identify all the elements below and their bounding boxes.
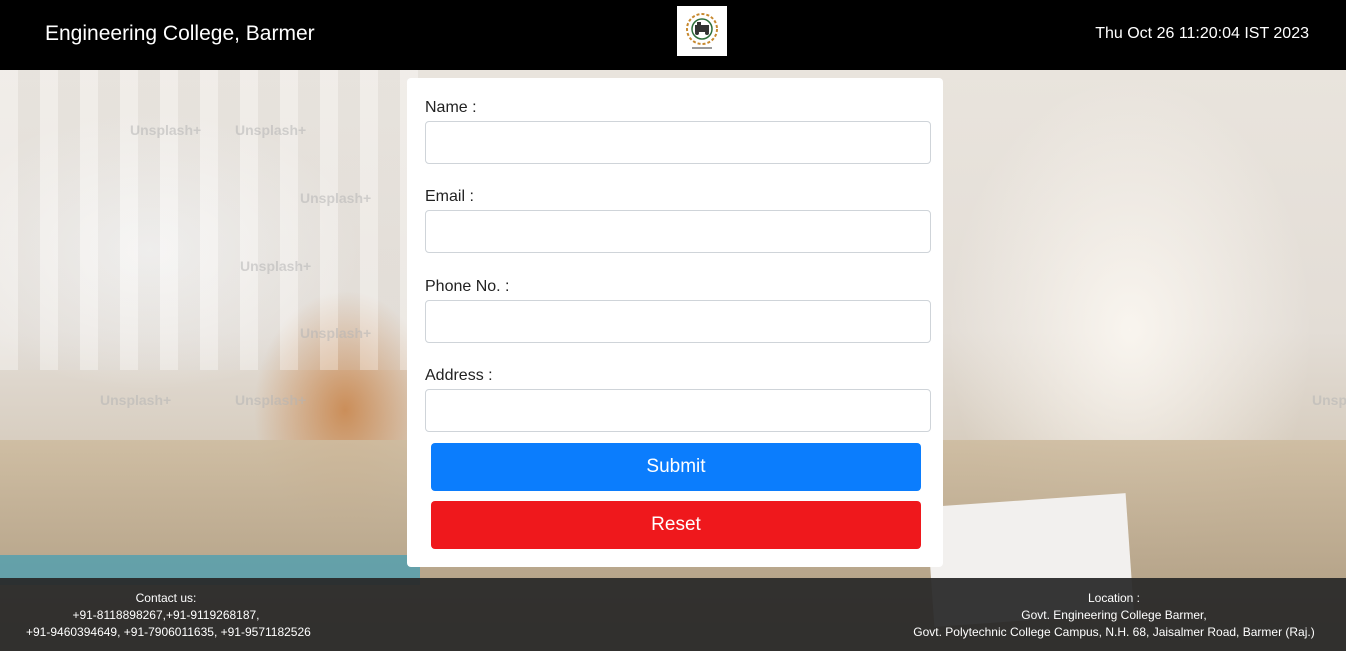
submit-button[interactable]: Submit	[431, 443, 921, 491]
watermark: Unsplash+	[1312, 392, 1346, 408]
name-input[interactable]	[425, 121, 931, 164]
location-line-1: Govt. Engineering College Barmer,	[1021, 608, 1207, 622]
watermark: Unsplash+	[235, 392, 307, 408]
phone-label: Phone No. :	[425, 278, 510, 295]
address-label: Address :	[425, 367, 493, 384]
watermark: Unsplash+	[130, 122, 202, 138]
location-heading: Location :	[1087, 591, 1141, 605]
site-title[interactable]: Engineering College, Barmer	[45, 22, 315, 46]
watermark: Unsplash+	[100, 392, 172, 408]
email-input[interactable]	[425, 210, 931, 253]
phone-input[interactable]	[425, 300, 931, 343]
top-navbar: Engineering College, Barmer Thu Oct 26 1…	[0, 0, 1346, 70]
contact-phones-1: +91-8118898267,+91-9119268187,	[72, 608, 260, 622]
watermark: Unsplash+	[235, 122, 307, 138]
location-info: Location : Govt. Engineering College Bar…	[904, 590, 1324, 641]
reset-button[interactable]: Reset	[431, 501, 921, 549]
email-label: Email :	[425, 188, 474, 205]
contact-info: Contact us: +91-8118898267,+91-911926818…	[26, 590, 311, 641]
college-logo[interactable]	[677, 6, 727, 56]
name-label: Name :	[425, 99, 477, 116]
watermark: Unsplash+	[300, 325, 372, 341]
watermark: Unsplash+	[240, 258, 312, 274]
footer: Contact us: +91-8118898267,+91-911926818…	[0, 578, 1346, 651]
watermark: Unsplash+	[300, 190, 372, 206]
address-input[interactable]	[425, 389, 931, 432]
contact-heading: Contact us:	[135, 591, 197, 605]
college-seal-icon	[686, 13, 718, 49]
location-line-2: Govt. Polytechnic College Campus, N.H. 6…	[913, 625, 1315, 639]
contact-phones-2: +91-9460394649, +91-7906011635, +91-9571…	[26, 625, 311, 639]
registration-form: Name : Email : Phone No. : Address : Sub…	[407, 78, 943, 567]
current-datetime: Thu Oct 26 11:20:04 IST 2023	[1095, 25, 1309, 42]
